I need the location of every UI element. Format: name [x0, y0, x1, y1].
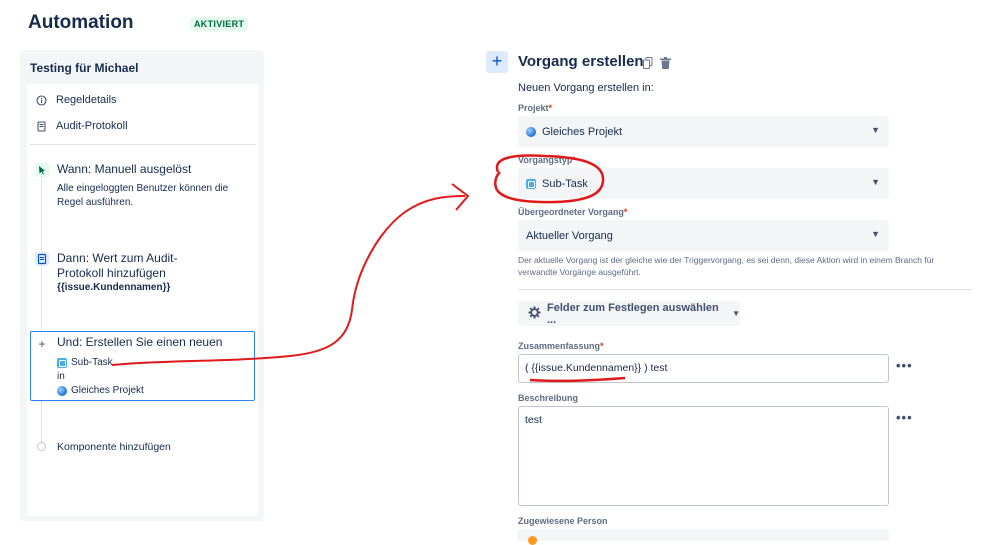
action-create-title[interactable]: Und: Erstellen Sie einen neuen	[57, 334, 222, 350]
divider	[518, 289, 972, 290]
chevron-down-icon: ▼	[732, 309, 740, 318]
trigger-desc-1: Alle eingeloggten Benutzer können die	[57, 183, 229, 194]
summary-field-label: Zusammenfassung*	[518, 341, 604, 351]
summary-more-button[interactable]: •••	[896, 358, 913, 373]
action-audit-title-1[interactable]: Dann: Wert zum Audit-	[57, 250, 178, 266]
description-more-button[interactable]: •••	[896, 410, 913, 425]
add-component-link[interactable]: Komponente hinzufügen	[57, 440, 171, 454]
copy-icon[interactable]	[643, 56, 653, 69]
nav-rule-details[interactable]: Regeldetails	[36, 94, 117, 106]
add-action-button[interactable]: +	[486, 51, 508, 73]
action-title: Vorgang erstellen	[518, 53, 644, 70]
page-title: Automation	[28, 12, 134, 33]
nav-audit-log[interactable]: Audit-Protokoll	[36, 120, 128, 132]
action-create-project: Gleiches Projekt	[57, 384, 144, 398]
choose-fields-button[interactable]: Felder zum Festlegen auswählen ... ▼	[518, 301, 740, 326]
choose-fields-label: Felder zum Festlegen auswählen ...	[547, 301, 719, 326]
document-icon	[36, 120, 47, 132]
cursor-icon	[35, 163, 49, 177]
assignee-select[interactable]	[518, 529, 889, 541]
chevron-down-icon: ▼	[871, 125, 880, 135]
parent-field-label: Übergeordneter Vorgang*	[518, 207, 628, 217]
action-create-in: in	[57, 371, 65, 382]
action-audit-value: {{issue.Kundennamen}}	[57, 282, 171, 293]
trigger-step[interactable]	[35, 163, 49, 177]
trigger-desc-2: Regel ausführen.	[57, 197, 134, 208]
action-create-type: Sub-Task	[57, 356, 113, 370]
assignee-field-label: Zugewiesene Person	[518, 516, 608, 526]
project-icon	[57, 386, 67, 396]
issue-type-select-value: Sub-Task	[542, 177, 588, 190]
parent-select-value: Aktueller Vorgang	[526, 229, 613, 242]
rule-name: Testing für Michael	[30, 61, 139, 75]
status-badge: AKTIVIERT	[190, 17, 249, 31]
trash-icon[interactable]	[660, 56, 671, 69]
avatar	[528, 536, 537, 545]
parent-select[interactable]: Aktueller Vorgang ▼	[518, 220, 889, 251]
project-field-label: Projekt*	[518, 103, 553, 113]
issue-type-field-label: Vorgangstyp*	[518, 155, 576, 165]
timeline-line	[41, 176, 42, 446]
description-textarea[interactable]: test	[518, 406, 889, 506]
project-select-value: Gleiches Projekt	[542, 125, 623, 138]
chevron-down-icon: ▼	[871, 229, 880, 239]
nav-label: Audit-Protokoll	[56, 120, 128, 132]
info-icon	[36, 94, 47, 106]
project-select[interactable]: Gleiches Projekt ▼	[518, 116, 889, 147]
nav-label: Regeldetails	[56, 94, 117, 106]
plus-icon: +	[38, 337, 46, 351]
parent-help-text: Der aktuelle Vorgang ist der gleiche wie…	[518, 255, 935, 277]
chevron-down-icon: ▼	[871, 177, 880, 187]
subtask-icon	[526, 178, 536, 189]
issue-type-select[interactable]: Sub-Task ▼	[518, 168, 889, 199]
project-label: Gleiches Projekt	[71, 385, 144, 396]
gear-icon	[528, 306, 541, 322]
action-audit-title-2[interactable]: Protokoll hinzufügen	[57, 265, 166, 281]
subtitle: Neuen Vorgang erstellen in:	[518, 82, 654, 94]
project-icon	[526, 126, 536, 137]
log-icon	[35, 252, 49, 266]
description-field-label: Beschreibung	[518, 393, 579, 403]
summary-input[interactable]: ( {{issue.Kundennamen}} ) test	[518, 354, 889, 383]
annotation-arrowhead	[451, 183, 470, 211]
divider	[30, 144, 256, 145]
subtask-icon	[57, 358, 67, 368]
issue-type-label: Sub-Task	[71, 357, 113, 368]
action-audit-step[interactable]	[35, 252, 49, 266]
trigger-title[interactable]: Wann: Manuell ausgelöst	[57, 161, 191, 177]
add-component-dot	[37, 442, 46, 451]
